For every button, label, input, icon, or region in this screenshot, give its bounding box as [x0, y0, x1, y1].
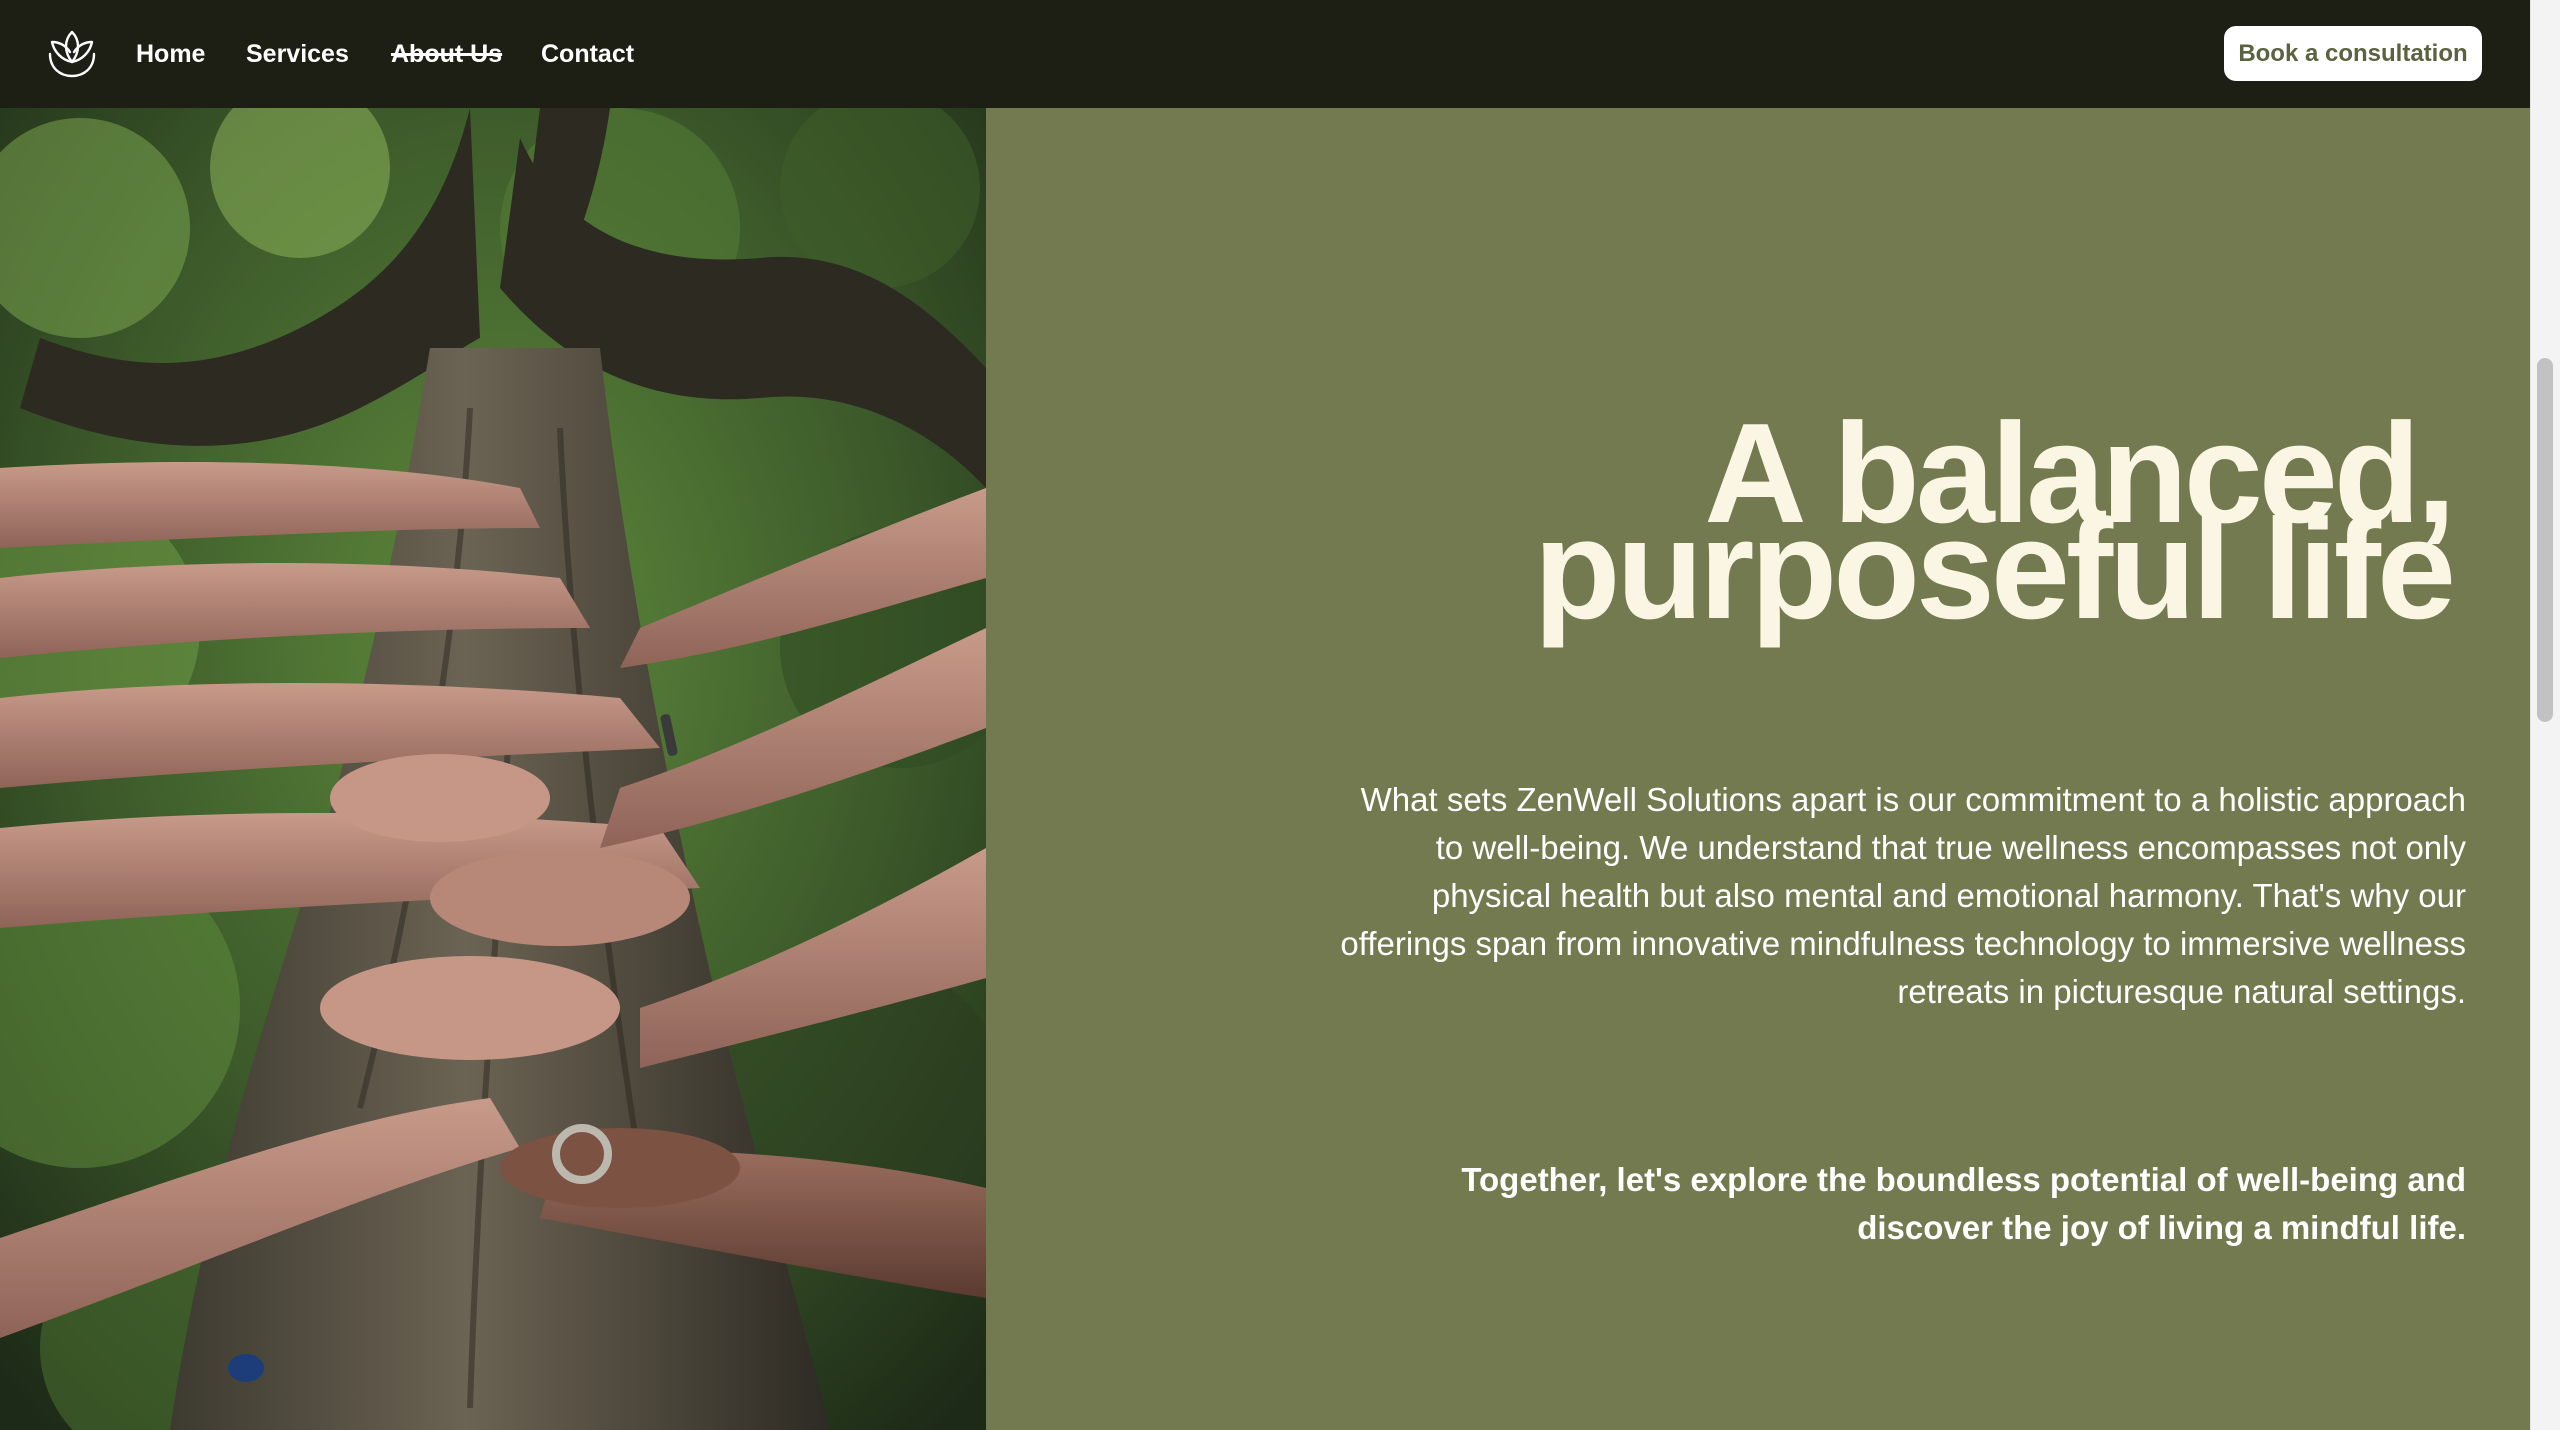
- headline-line-2: purposeful life: [1533, 490, 2456, 649]
- hands-on-tree-trunk-illustration: [0, 108, 986, 1430]
- nav-link-home[interactable]: Home: [136, 36, 205, 72]
- nav-link-contact[interactable]: Contact: [541, 36, 634, 72]
- page-scrollbar-thumb[interactable]: [2537, 358, 2553, 722]
- about-content-panel: A balanced, purposeful life What sets Ze…: [986, 108, 2530, 1430]
- top-navigation: Home Services About Us Contact Book a co…: [0, 0, 2530, 108]
- lotus-icon[interactable]: [46, 26, 98, 82]
- book-consultation-button[interactable]: Book a consultation: [2224, 26, 2482, 81]
- page-headline: A balanced, purposeful life: [1252, 403, 2456, 649]
- intro-paragraph: What sets ZenWell Solutions apart is our…: [1340, 781, 2466, 1010]
- nav-link-services[interactable]: Services: [246, 36, 349, 72]
- nav-link-about-us[interactable]: About Us: [391, 36, 502, 72]
- hero-photo: [0, 108, 986, 1430]
- tagline-paragraph: Together, let's explore the boundless po…: [1461, 1161, 2466, 1246]
